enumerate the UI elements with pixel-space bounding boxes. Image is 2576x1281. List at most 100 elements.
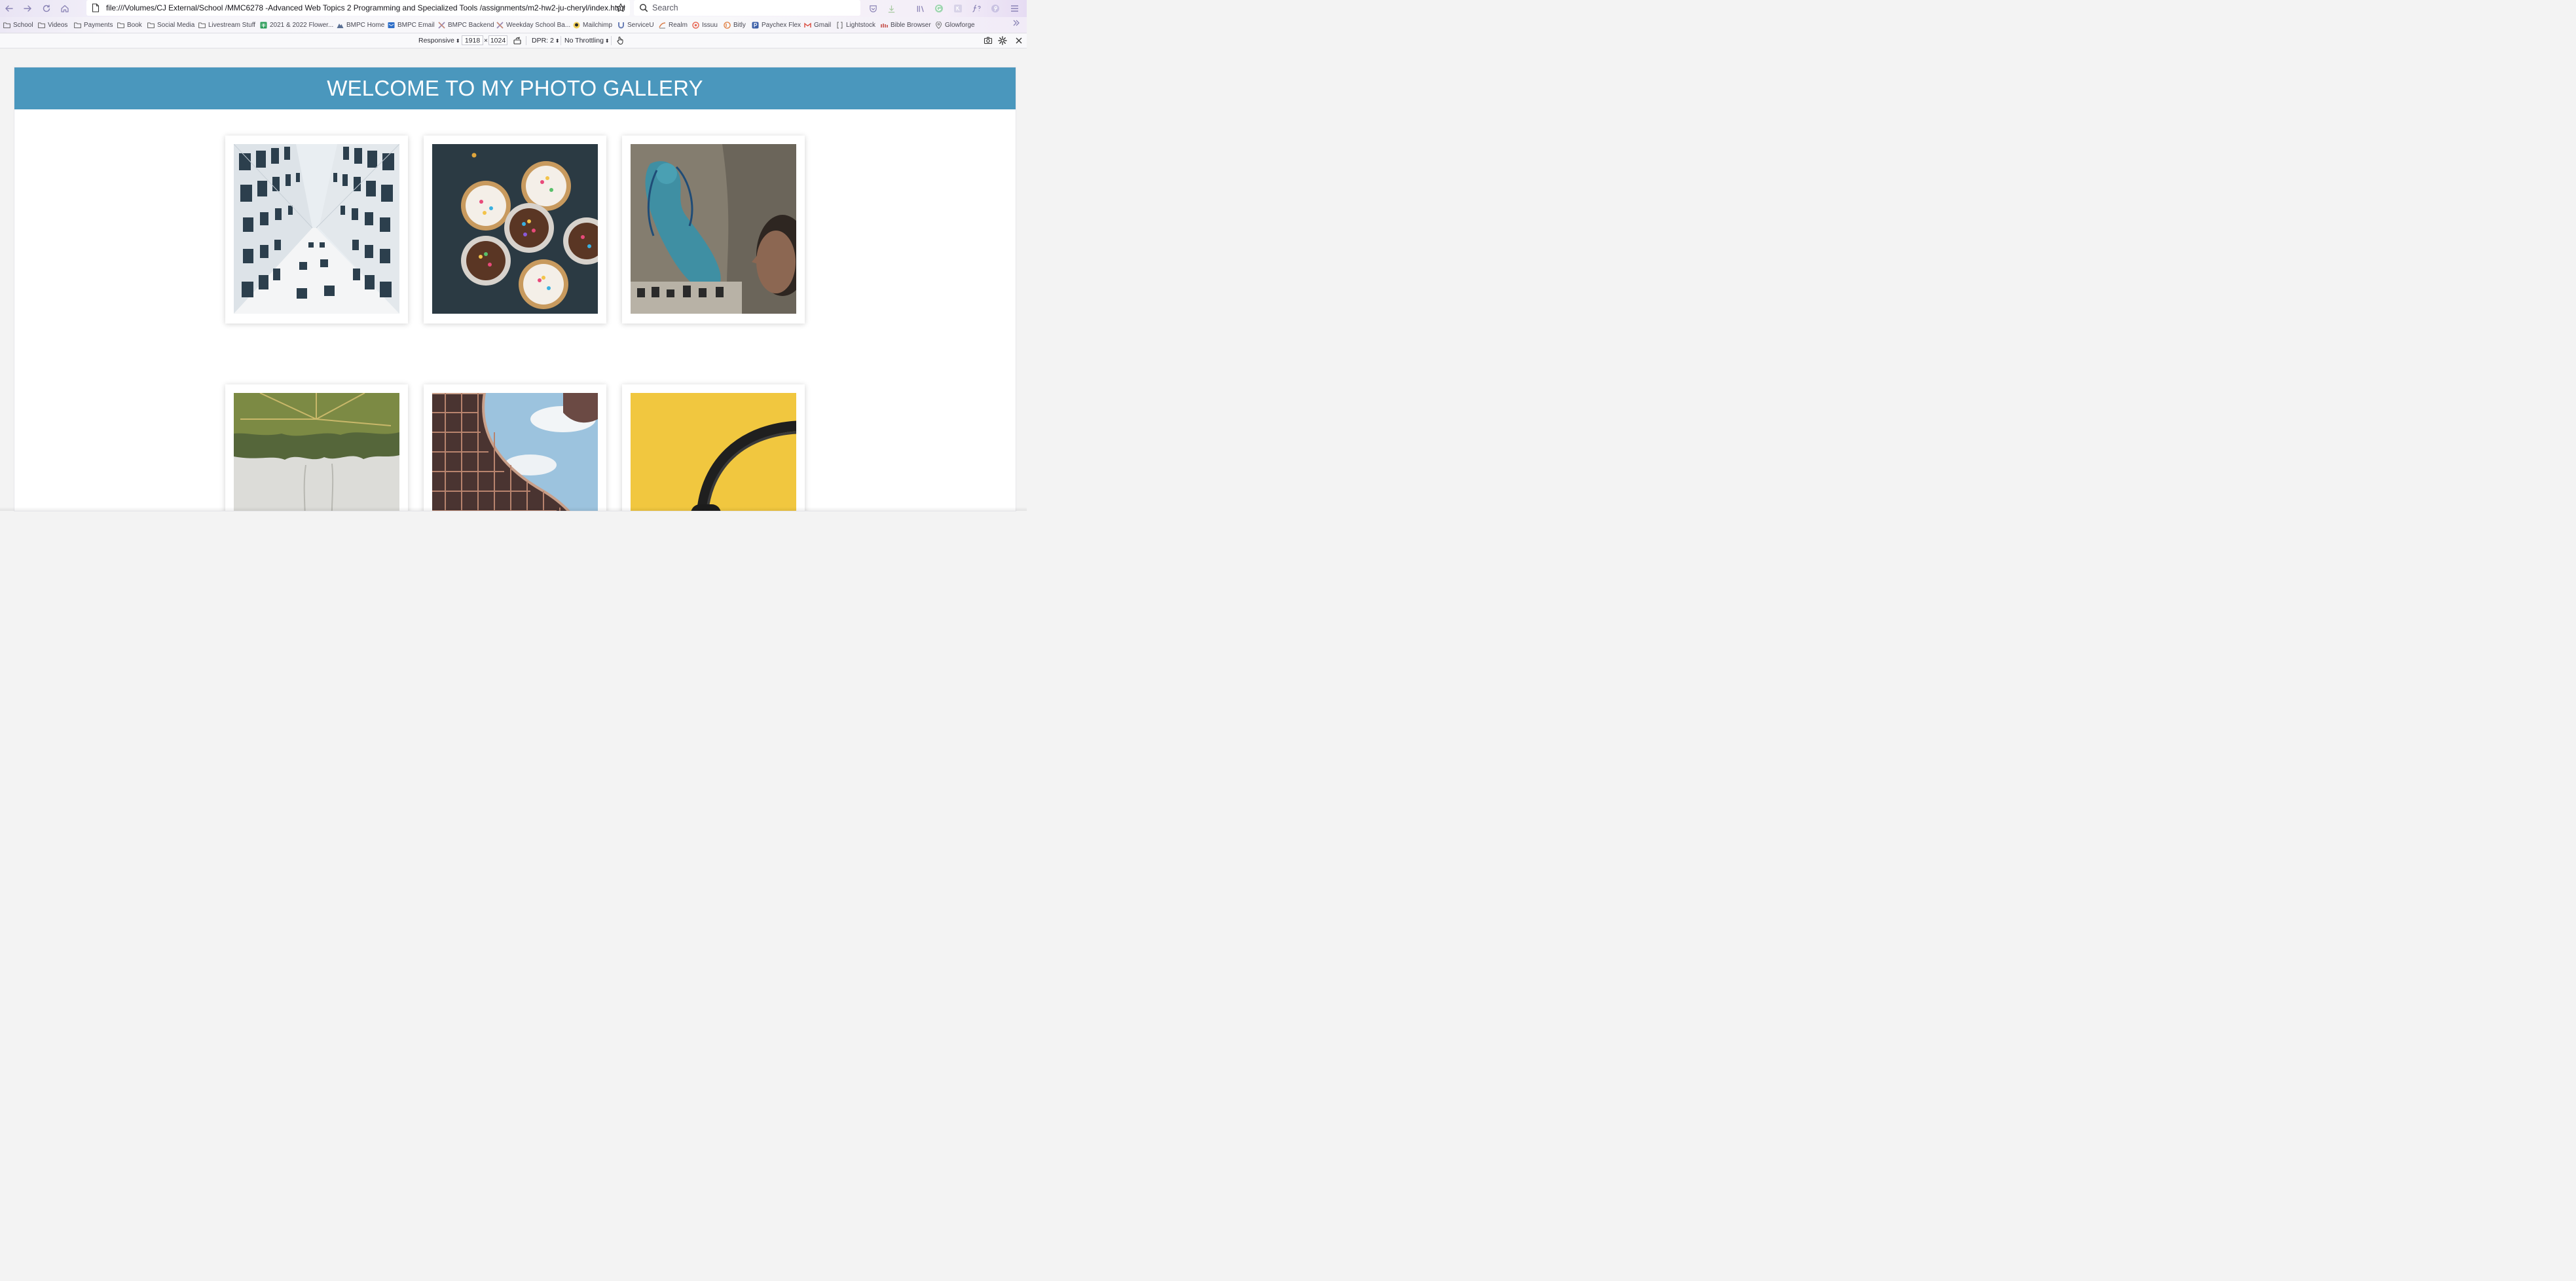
bookmark-label: ServiceU	[627, 21, 654, 29]
photo-cupcakes	[432, 144, 598, 314]
pinterest-icon[interactable]	[990, 3, 1001, 14]
bookmarks-toolbar: School Videos Payments Book Social Media…	[0, 17, 1027, 33]
browser-toolbar: file:///Volumes/CJ External/School /MMC6…	[0, 0, 1027, 17]
bookmark-label: Weekday School Ba...	[506, 21, 571, 29]
bookmark-school[interactable]: School	[3, 20, 33, 30]
folder-icon	[117, 22, 124, 28]
menu-icon[interactable]	[1009, 3, 1020, 14]
header-banner: WELCOME TO MY PHOTO GALLERY	[14, 67, 1016, 109]
bookmark-label: Gmail	[814, 21, 832, 29]
bookmark-videos[interactable]: Videos	[38, 20, 67, 30]
search-icon	[639, 3, 648, 12]
bookmark-weekday-school[interactable]: Weekday School Ba...	[496, 20, 570, 30]
url-bar[interactable]: file:///Volumes/CJ External/School /MMC6…	[86, 0, 630, 16]
forward-icon[interactable]	[22, 3, 33, 14]
dpr-label: DPR: 2	[532, 37, 554, 45]
sheet-icon	[260, 22, 267, 28]
bookmark-label: Realm	[669, 21, 688, 29]
bookmark-label: Social Media	[157, 21, 195, 29]
bookmark-label: Mailchimp	[583, 21, 613, 29]
bookmark-livestream-stuff[interactable]: Livestream Stuff	[198, 20, 255, 30]
mailchimp-icon	[573, 22, 580, 28]
bookmarks-overflow-icon[interactable]	[1012, 19, 1020, 29]
toolbar-divider	[611, 36, 612, 45]
bookmark-bitly[interactable]: Bitly	[724, 20, 746, 30]
bookmark-bmpc-email[interactable]: BMPC Email	[388, 20, 435, 30]
bookmark-label: Bitly	[733, 21, 746, 29]
close-icon[interactable]	[1014, 36, 1023, 45]
device-select[interactable]: Responsive ⬍	[418, 36, 460, 45]
bitly-icon	[724, 21, 731, 29]
font-finder-icon[interactable]	[971, 3, 982, 14]
bookmark-bible-browser[interactable]: Bible Browser	[881, 20, 931, 30]
gallery-card	[225, 136, 408, 324]
pin-icon	[935, 21, 942, 29]
bookmark-social-media[interactable]: Social Media	[147, 20, 194, 30]
bookmark-label: BMPC Home	[346, 21, 385, 29]
downloads-icon[interactable]	[886, 3, 896, 14]
issuu-icon	[692, 21, 699, 29]
touch-simulation-icon[interactable]	[616, 36, 625, 45]
bible-icon	[881, 23, 888, 28]
bookmark-issuu[interactable]: Issuu	[692, 20, 718, 30]
folder-icon	[3, 22, 10, 28]
search-placeholder: Search	[652, 3, 678, 12]
bookmark-mailchimp[interactable]: Mailchimp	[573, 20, 612, 30]
bookmark-star-icon[interactable]	[616, 3, 626, 13]
grammarly-icon[interactable]	[934, 3, 944, 14]
throttling-label: No Throttling	[564, 37, 604, 45]
bookmark-label: BMPC Backend	[448, 21, 494, 29]
screenshot-icon[interactable]	[984, 36, 993, 45]
bookmark-flowers-sheet[interactable]: 2021 & 2022 Flower...	[260, 20, 333, 30]
reload-icon[interactable]	[41, 3, 52, 14]
viewport-height-input[interactable]: 1024	[488, 35, 507, 45]
throttling-select[interactable]: No Throttling ⬍	[564, 36, 610, 45]
bookmark-bmpc-backend[interactable]: BMPC Backend	[438, 20, 494, 30]
folder-icon	[198, 22, 206, 28]
gallery-card	[424, 136, 606, 324]
bookmark-payments[interactable]: Payments	[74, 20, 113, 30]
pocket-icon[interactable]	[868, 3, 878, 14]
library-icon[interactable]	[915, 3, 926, 14]
bookmark-label: Paychex Flex	[762, 21, 801, 29]
bookmark-label: Livestream Stuff	[208, 21, 256, 29]
bookmark-book[interactable]: Book	[117, 20, 142, 30]
page-viewport: WELCOME TO MY PHOTO GALLERY	[14, 67, 1016, 511]
bookmark-gmail[interactable]: Gmail	[804, 20, 831, 30]
u-icon	[618, 22, 624, 28]
bookmark-label: BMPC Email	[397, 21, 435, 29]
bookmark-glowforge[interactable]: Glowforge	[935, 20, 975, 30]
bookmark-label: Issuu	[702, 21, 718, 29]
back-icon[interactable]	[3, 3, 15, 14]
p-icon	[752, 22, 759, 28]
home-icon[interactable]	[59, 3, 71, 14]
dpr-select[interactable]: DPR: 2 ⬍	[532, 36, 560, 45]
select-arrows-icon: ⬍	[555, 37, 560, 44]
bookmark-label: Book	[127, 21, 142, 29]
settings-gear-icon[interactable]	[998, 36, 1007, 45]
realm-icon	[659, 22, 666, 28]
bookmark-bmpc-home[interactable]: BMPC Home	[337, 20, 384, 30]
mail-icon	[388, 22, 395, 28]
dimension-separator: ×	[484, 37, 488, 45]
photo-palm-trees	[234, 393, 399, 511]
bookmark-serviceu[interactable]: ServiceU	[617, 20, 654, 30]
folder-icon	[38, 22, 45, 28]
mountain-icon	[337, 23, 344, 28]
bookmark-paychex-flex[interactable]: Paychex Flex	[752, 20, 801, 30]
select-arrows-icon: ⬍	[455, 37, 460, 44]
gallery-card	[225, 384, 408, 511]
bookmark-label: Payments	[84, 21, 113, 29]
gallery-card	[424, 384, 606, 511]
bookmark-label: 2021 & 2022 Flower...	[270, 21, 334, 29]
search-bar[interactable]: Search	[634, 0, 860, 16]
bookmark-label: Videos	[48, 21, 68, 29]
gmail-icon	[804, 22, 811, 28]
bookmark-label: Bible Browser	[891, 21, 931, 29]
viewport-width-input[interactable]: 1918	[462, 35, 483, 45]
bookmark-realm[interactable]: Realm	[659, 20, 688, 30]
extension-icon[interactable]	[953, 3, 963, 14]
bookmark-lightstock[interactable]: Lightstock	[836, 20, 875, 30]
rotate-viewport-icon[interactable]	[513, 36, 522, 45]
url-text: file:///Volumes/CJ External/School /MMC6…	[106, 3, 625, 12]
